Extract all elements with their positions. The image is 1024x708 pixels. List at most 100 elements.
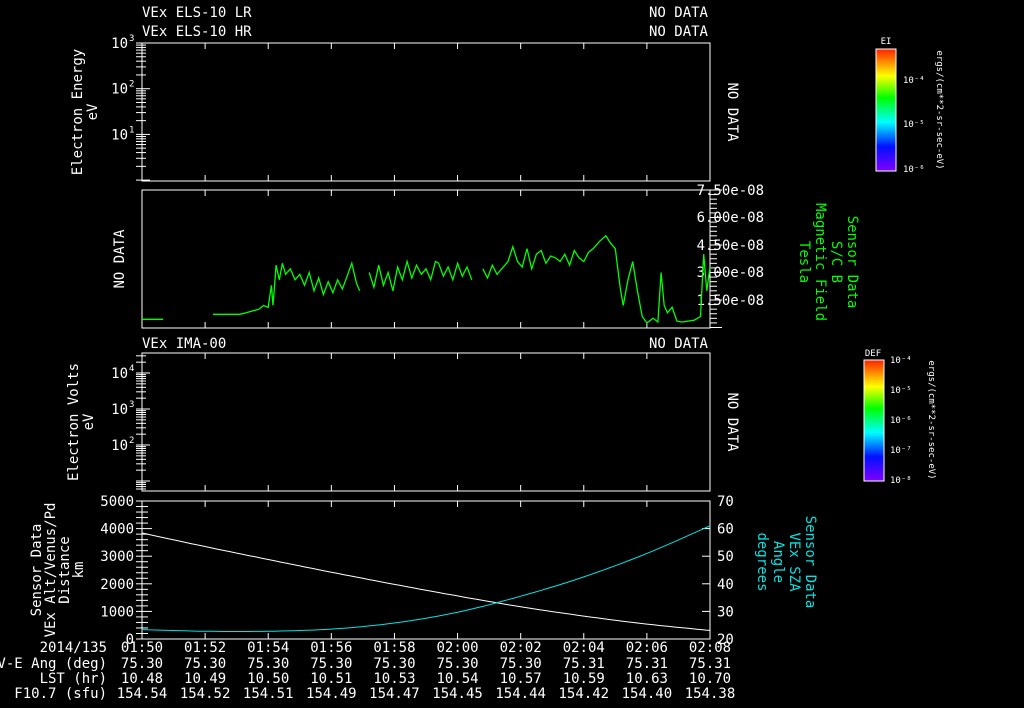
- colorbar-def-label: 10⁻⁷: [890, 446, 912, 456]
- footer-lst-value: 10.57: [500, 671, 542, 687]
- panel4-left-label: km: [71, 562, 87, 579]
- footer-times-value: 01:58: [373, 640, 415, 656]
- panel2-left-nodata: NO DATA: [112, 229, 128, 289]
- colorbar-def-title: DEF: [865, 349, 881, 359]
- footer-row-label: LST (hr): [40, 671, 107, 687]
- footer-lst-value: 10.50: [247, 671, 289, 687]
- panel2-ytick: 1.50e-08: [697, 293, 764, 309]
- colorbar-ei-gradient: [875, 48, 897, 172]
- panel3-ytick-exponent: 3: [129, 400, 134, 410]
- sza-line: [141, 525, 711, 632]
- colorbar-ei-label: 10⁻⁵: [903, 120, 925, 130]
- footer-ve-ang-value: 75.30: [373, 656, 415, 672]
- panel4-right-label: Sensor Data: [802, 516, 818, 609]
- footer-lst-value: 10.49: [184, 671, 226, 687]
- panel2-ylabel: Magnetic Field: [812, 203, 828, 321]
- panel3-ytick-label: 10: [111, 402, 128, 418]
- panel1-ytick-exponent: 3: [129, 34, 134, 44]
- footer-ve-ang-value: 75.30: [247, 656, 289, 672]
- panel3-ytick-label: 10: [111, 438, 128, 454]
- colorbar-def-label: 10⁻⁸: [890, 476, 912, 486]
- panel4-right-tick-label: 50: [717, 549, 734, 565]
- footer-f107-value: 154.42: [558, 686, 609, 702]
- footer-ve-ang-value: 75.31: [563, 656, 605, 672]
- footer-f107-value: 154.49: [306, 686, 357, 702]
- panel3-title: VEx IMA-00: [142, 336, 226, 352]
- panel-els: VEx ELS-10 LR NO DATA VEx ELS-10 HR NO D…: [70, 5, 740, 182]
- footer-times-value: 02:02: [500, 640, 542, 656]
- footer-lst-value: 10.51: [310, 671, 352, 687]
- panel4-right-tick-label: 70: [717, 494, 734, 510]
- colorbar-def-label: 10⁻⁵: [890, 386, 912, 396]
- colorbar-ei-units: ergs/(cm**2-sr-sec-eV): [934, 50, 944, 169]
- footer-f107-value: 154.52: [180, 686, 231, 702]
- panel-distance-sza: Sensor Data VEx Alt/Venus/Pd Distance km…: [29, 494, 818, 648]
- panel4-left-tick-label: 1000: [100, 604, 134, 620]
- footer-times-value: 02:06: [626, 640, 668, 656]
- colorbar-def-units: ergs/(cm**2-sr-sec-eV): [926, 360, 936, 479]
- panel1-ylabel: Electron Energy: [70, 49, 86, 175]
- colorbar-ei-title: EI: [881, 37, 892, 47]
- panel1-ytick-label: 10: [111, 127, 128, 143]
- footer-ve-ang-value: 75.30: [184, 656, 226, 672]
- time-axis-footer: 2014/135 V-E Ang (deg) LST (hr) F10.7 (s…: [0, 640, 735, 702]
- panel4-left-tick-label: 5000: [100, 494, 134, 510]
- footer-lst-value: 10.63: [626, 671, 668, 687]
- panel4-right-tick-label: 40: [717, 577, 734, 593]
- panel-ima: VEx IMA-00 NO DATA Electron Volts eV NO …: [66, 336, 740, 492]
- panel3-ytick-exponent: 4: [129, 364, 134, 374]
- panel2-ytick: 4.50e-08: [697, 238, 764, 254]
- panel1-title1: VEx ELS-10 LR: [142, 5, 252, 21]
- panel3-yunits: eV: [81, 413, 97, 430]
- footer-lst-value: 10.70: [689, 671, 731, 687]
- footer-times-value: 01:56: [310, 640, 352, 656]
- colorbar-def-label: 10⁻⁴: [890, 356, 912, 366]
- footer-ve-ang-value: 75.30: [436, 656, 478, 672]
- panel1-ytick-exponent: 1: [129, 125, 134, 135]
- colorbar-def-gradient: [863, 359, 885, 482]
- footer-row-label: 2014/135: [40, 640, 107, 656]
- panel2-ytick: 6.00e-08: [697, 210, 764, 226]
- panel1-yunits: eV: [85, 103, 101, 120]
- panel4-left-tick-label: 3000: [100, 549, 134, 565]
- panel2-ylabel: S/C B: [828, 241, 844, 283]
- colorbar-ei-label: 10⁻⁶: [903, 165, 925, 175]
- magnetic-field-trace: [213, 261, 361, 315]
- panel1-title2: VEx ELS-10 HR: [142, 24, 252, 40]
- panel3-ytick-exponent: 2: [129, 436, 134, 446]
- magnetic-field-trace: [368, 259, 473, 291]
- panel1-side-nodata: NO DATA: [724, 82, 740, 142]
- panel3-ytick-label: 10: [111, 366, 128, 382]
- footer-ve-ang-value: 75.31: [626, 656, 668, 672]
- magnetic-field-trace: [482, 234, 711, 324]
- panel3-nodata: NO DATA: [649, 336, 709, 352]
- footer-row-label: V-E Ang (deg): [0, 656, 107, 672]
- footer-ve-ang-value: 75.31: [689, 656, 731, 672]
- footer-lst-value: 10.59: [563, 671, 605, 687]
- footer-lst-value: 10.54: [436, 671, 478, 687]
- footer-f107-value: 154.51: [243, 686, 294, 702]
- panel2-ytick: 7.50e-08: [697, 183, 764, 199]
- footer-ve-ang-value: 75.30: [310, 656, 352, 672]
- panel1-nodata1: NO DATA: [649, 5, 709, 21]
- panel1-ytick-exponent: 2: [129, 80, 134, 90]
- panel-magnetic-field: NO DATA 7.50e-08 6.00e-08 4.50e-08 3.00e…: [112, 183, 860, 329]
- footer-lst-value: 10.53: [373, 671, 415, 687]
- panel1-nodata2: NO DATA: [649, 24, 709, 40]
- panel4-right-label: degrees: [754, 532, 770, 591]
- footer-ve-ang-value: 75.30: [121, 656, 163, 672]
- panel1-ytick-label: 10: [111, 82, 128, 98]
- footer-f107-value: 154.40: [622, 686, 673, 702]
- panel1-frame: [141, 42, 711, 182]
- panel2-frame: [141, 189, 711, 329]
- panel3-side-nodata: NO DATA: [724, 392, 740, 452]
- footer-f107-value: 154.54: [117, 686, 168, 702]
- panel4-right-label: Angle: [770, 541, 786, 583]
- colorbar-ei-label: 10⁻⁴: [903, 76, 925, 86]
- panel4-left-tick-label: 4000: [100, 522, 134, 538]
- panel1-ytick-label: 10: [111, 36, 128, 52]
- colorbar-def-label: 10⁻⁶: [890, 416, 912, 426]
- panel3-ylabel: Electron Volts: [66, 363, 82, 481]
- footer-f107-value: 154.45: [432, 686, 483, 702]
- footer-times-value: 01:52: [184, 640, 226, 656]
